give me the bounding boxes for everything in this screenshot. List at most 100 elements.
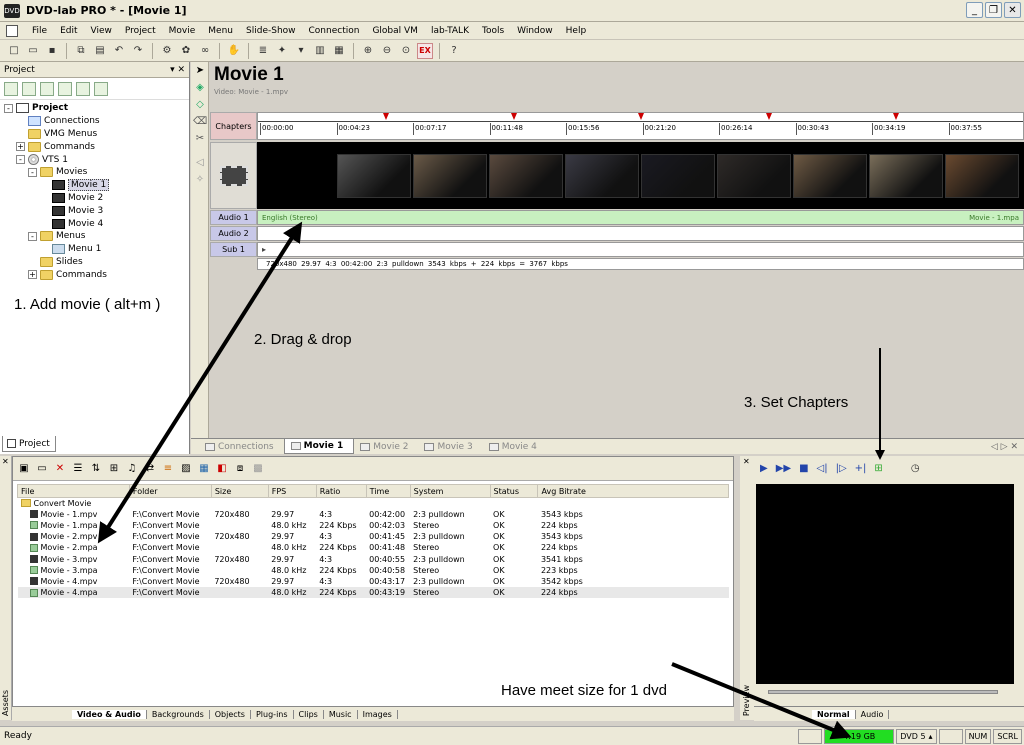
preview-close-icon[interactable]: ✕ — [740, 457, 750, 466]
column-header[interactable]: Time — [365, 484, 411, 498]
movie-tool-icon[interactable]: ⚙ — [159, 43, 175, 59]
menu-tools[interactable]: Tools — [476, 26, 511, 36]
menu-movie[interactable]: Movie — [163, 26, 203, 36]
zoom-out-icon[interactable]: ⊖ — [379, 43, 395, 59]
tree-item[interactable]: - Menus — [4, 230, 189, 243]
menu-edit[interactable]: Edit — [54, 26, 84, 36]
pointer-icon[interactable]: ➤ — [193, 65, 207, 79]
delete-icon[interactable]: ✕ — [53, 462, 67, 476]
tab-connections[interactable]: Connections — [199, 442, 284, 452]
add-chapter-icon[interactable]: +| — [855, 463, 867, 474]
column-header[interactable]: Status — [489, 484, 539, 498]
panel-close-icon[interactable]: ▾ ✕ — [170, 65, 185, 75]
list-view-icon[interactable]: ☰ — [71, 462, 85, 476]
format-icon[interactable]: ▦ — [331, 43, 347, 59]
align-icon[interactable]: ≣ — [255, 43, 271, 59]
sub-expand-icon[interactable]: ▸ — [262, 245, 266, 254]
dropdown-icon[interactable]: ▾ — [293, 43, 309, 59]
save-icon[interactable]: ▪ — [44, 43, 60, 59]
table-row[interactable]: Movie - 3.mpa F:\Convert Movie 48.0 kHz 224… — [18, 565, 729, 576]
document-icon[interactable] — [6, 24, 18, 37]
menu-window[interactable]: Window — [511, 26, 560, 36]
audio1-track[interactable]: English (Stereo) Movie - 1.mpa — [257, 210, 1024, 225]
image-icon[interactable]: ▦ — [197, 462, 211, 476]
tree-item[interactable]: + Commands — [4, 268, 189, 281]
grid-icon[interactable]: ▩ — [251, 462, 265, 476]
new-icon[interactable]: □ — [6, 43, 22, 59]
convert-icon[interactable]: ⇄ — [143, 462, 157, 476]
tree-item[interactable]: - Project — [4, 102, 189, 115]
paste-icon[interactable]: ▤ — [92, 43, 108, 59]
maximize-button[interactable]: ❐ — [985, 2, 1002, 18]
tab-objects[interactable]: Objects — [210, 709, 251, 719]
tab-video-audio[interactable]: Video & Audio — [72, 709, 147, 719]
menu-menu[interactable]: Menu — [202, 26, 240, 36]
tab-movie-1[interactable]: Movie 1 — [283, 439, 355, 454]
chapter-marker[interactable] — [511, 113, 517, 120]
filter-icon[interactable]: ≡ — [161, 462, 175, 476]
clock-icon[interactable]: ◷ — [911, 463, 920, 474]
mux-icon[interactable]: ◧ — [215, 462, 229, 476]
collapse-icon[interactable]: - — [28, 167, 37, 177]
cut-icon[interactable]: ✂ — [193, 133, 207, 147]
table-row[interactable]: Movie - 3.mpv F:\Convert Movie 720x480 29.9… — [18, 553, 729, 564]
add-movie-icon[interactable] — [4, 81, 18, 96]
menu-slide-show[interactable]: Slide-Show — [240, 26, 303, 36]
open-folder-icon[interactable]: ▭ — [35, 462, 49, 476]
chapter-marker[interactable] — [638, 113, 644, 120]
connect-icon[interactable]: ◇ — [193, 99, 207, 113]
tree-item[interactable]: + Commands — [4, 140, 189, 153]
column-header[interactable]: File — [17, 484, 130, 498]
zoom-in-icon[interactable]: ⊕ — [360, 43, 376, 59]
menu-project[interactable]: Project — [119, 26, 163, 36]
picture-icon[interactable]: ▨ — [179, 462, 193, 476]
tree-item[interactable]: Movie 1 — [4, 179, 189, 192]
pal-ex-icon[interactable]: EX — [417, 42, 433, 59]
column-header[interactable]: Ratio — [315, 484, 367, 498]
tab-nav-arrows[interactable]: ◁ ▷ ✕ — [991, 442, 1018, 452]
menu-view[interactable]: View — [85, 26, 119, 36]
sound-icon[interactable]: ◁ — [193, 157, 207, 171]
menu-file[interactable]: File — [26, 26, 54, 36]
view-icon[interactable]: ▣ — [17, 462, 31, 476]
open-icon[interactable]: ▭ — [25, 43, 41, 59]
zoom-reset-icon[interactable]: ⊙ — [398, 43, 414, 59]
menu-lab-talk[interactable]: lab-TALK — [425, 26, 476, 36]
preview-slider[interactable] — [768, 690, 998, 694]
magic-wand-icon[interactable]: ✦ — [274, 43, 290, 59]
column-header[interactable]: Avg Bitrate — [537, 484, 729, 498]
tree-item[interactable]: VMG Menus — [4, 128, 189, 141]
folder-row[interactable]: Convert Movie — [18, 498, 729, 509]
table-row[interactable]: Movie - 4.mpv F:\Convert Movie 720x480 29.9… — [18, 576, 729, 587]
undo-icon[interactable]: ↶ — [111, 43, 127, 59]
tab-project[interactable]: Project — [2, 436, 56, 452]
vts-icon[interactable] — [94, 81, 108, 96]
add-command-icon[interactable] — [76, 81, 90, 96]
stop-icon[interactable]: ■ — [799, 463, 808, 474]
binoculars-icon[interactable]: ∞ — [197, 43, 213, 59]
column-header[interactable]: System — [409, 484, 491, 498]
tab-movie-2[interactable]: Movie 2 — [354, 442, 418, 452]
table-row[interactable]: Movie - 2.mpv F:\Convert Movie 720x480 29.9… — [18, 531, 729, 542]
minimize-button[interactable]: _ — [966, 2, 983, 18]
dvd-type-select[interactable]: DVD 5 ▴ — [896, 728, 937, 744]
tree-item[interactable]: Movie 4 — [4, 217, 189, 230]
tree-item[interactable]: Slides — [4, 256, 189, 269]
export-icon[interactable]: ⧈ — [233, 462, 247, 476]
table-row[interactable]: Movie - 4.mpa F:\Convert Movie 48.0 kHz 224… — [17, 587, 729, 599]
expand-icon[interactable]: + — [16, 142, 25, 152]
add-point-icon[interactable]: ◈ — [193, 82, 207, 96]
effect-icon[interactable]: ✧ — [193, 174, 207, 188]
menu-connection[interactable]: Connection — [303, 26, 367, 36]
sort-icon[interactable]: ⇅ — [89, 462, 103, 476]
tree-item[interactable]: Movie 3 — [4, 204, 189, 217]
prev-frame-icon[interactable]: ◁| — [817, 463, 828, 474]
column-header[interactable]: Folder — [128, 484, 212, 498]
column-header[interactable]: Size — [210, 484, 269, 498]
copy-icon[interactable]: ⧉ — [73, 43, 89, 59]
tree-item[interactable]: - VTS 1 — [4, 153, 189, 166]
hand-icon[interactable]: ✋ — [226, 43, 242, 59]
help-icon[interactable]: ? — [446, 43, 462, 59]
close-button[interactable]: ✕ — [1004, 2, 1021, 18]
table-row[interactable]: Movie - 2.mpa F:\Convert Movie 48.0 kHz 224… — [18, 542, 729, 553]
